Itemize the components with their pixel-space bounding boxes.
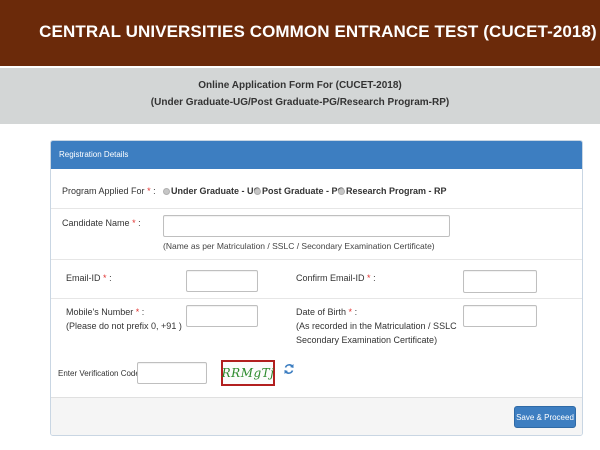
panel-heading-label: Registration Details <box>59 150 129 159</box>
email-label: Email-ID * : <box>66 273 112 283</box>
radio-circle-icon[interactable] <box>338 187 345 195</box>
confirm-email-input[interactable] <box>463 270 537 293</box>
candidate-name-input[interactable] <box>163 215 450 237</box>
dob-input[interactable] <box>463 305 537 327</box>
dob-note-line2: Secondary Examination Certificate) <box>296 335 438 345</box>
radio-circle-icon[interactable] <box>163 187 170 195</box>
page-title: CENTRAL UNIVERSITIES COMMON ENTRANCE TES… <box>39 22 597 41</box>
required-mark: * <box>147 186 151 196</box>
registration-panel: Registration Details Program Applied For… <box>50 140 583 436</box>
subheader: Online Application Form For (CUCET-2018)… <box>0 68 600 124</box>
program-label: Program Applied For * : <box>62 186 156 196</box>
mobile-note: (Please do not prefix 0, +91 ) <box>66 321 182 331</box>
divider <box>51 298 582 299</box>
panel-footer: Save & Proceed <box>51 397 582 435</box>
captcha-text: RRMgTj <box>221 366 275 380</box>
required-mark: * <box>132 218 136 228</box>
save-proceed-button[interactable]: Save & Proceed <box>514 406 576 428</box>
required-mark: * <box>103 273 107 283</box>
refresh-icon[interactable] <box>283 362 295 376</box>
radio-pg[interactable]: Post Graduate - PG <box>254 186 345 196</box>
radio-rp[interactable]: Research Program - RP <box>338 186 447 196</box>
top-banner: CENTRAL UNIVERSITIES COMMON ENTRANCE TES… <box>0 0 600 66</box>
email-input[interactable] <box>186 270 258 292</box>
mobile-label: Mobile's Number * : <box>66 307 145 317</box>
divider <box>51 259 582 260</box>
verification-code-input[interactable] <box>137 362 207 384</box>
candidate-name-label: Candidate Name * : <box>62 218 141 228</box>
required-mark: * <box>367 273 371 283</box>
panel-heading: Registration Details <box>51 141 582 169</box>
mobile-input[interactable] <box>186 305 258 327</box>
confirm-email-label: Confirm Email-ID * : <box>296 273 376 283</box>
required-mark: * <box>348 307 353 317</box>
form-title: Online Application Form For (CUCET-2018) <box>198 80 402 91</box>
captcha-image: RRMgTj <box>221 360 275 386</box>
required-mark: * <box>135 307 140 317</box>
dob-note-line1: (As recorded in the Matriculation / SSLC <box>296 321 457 331</box>
radio-circle-icon[interactable] <box>254 187 261 195</box>
radio-ug[interactable]: Under Graduate - UG <box>163 186 261 196</box>
form-subtitle: (Under Graduate-UG/Post Graduate-PG/Rese… <box>150 97 450 108</box>
dob-label: Date of Birth * : <box>296 307 358 317</box>
divider <box>51 208 582 209</box>
candidate-name-hint: (Name as per Matriculation / SSLC / Seco… <box>163 241 435 251</box>
verification-label: Enter Verification Code * : <box>58 368 150 380</box>
